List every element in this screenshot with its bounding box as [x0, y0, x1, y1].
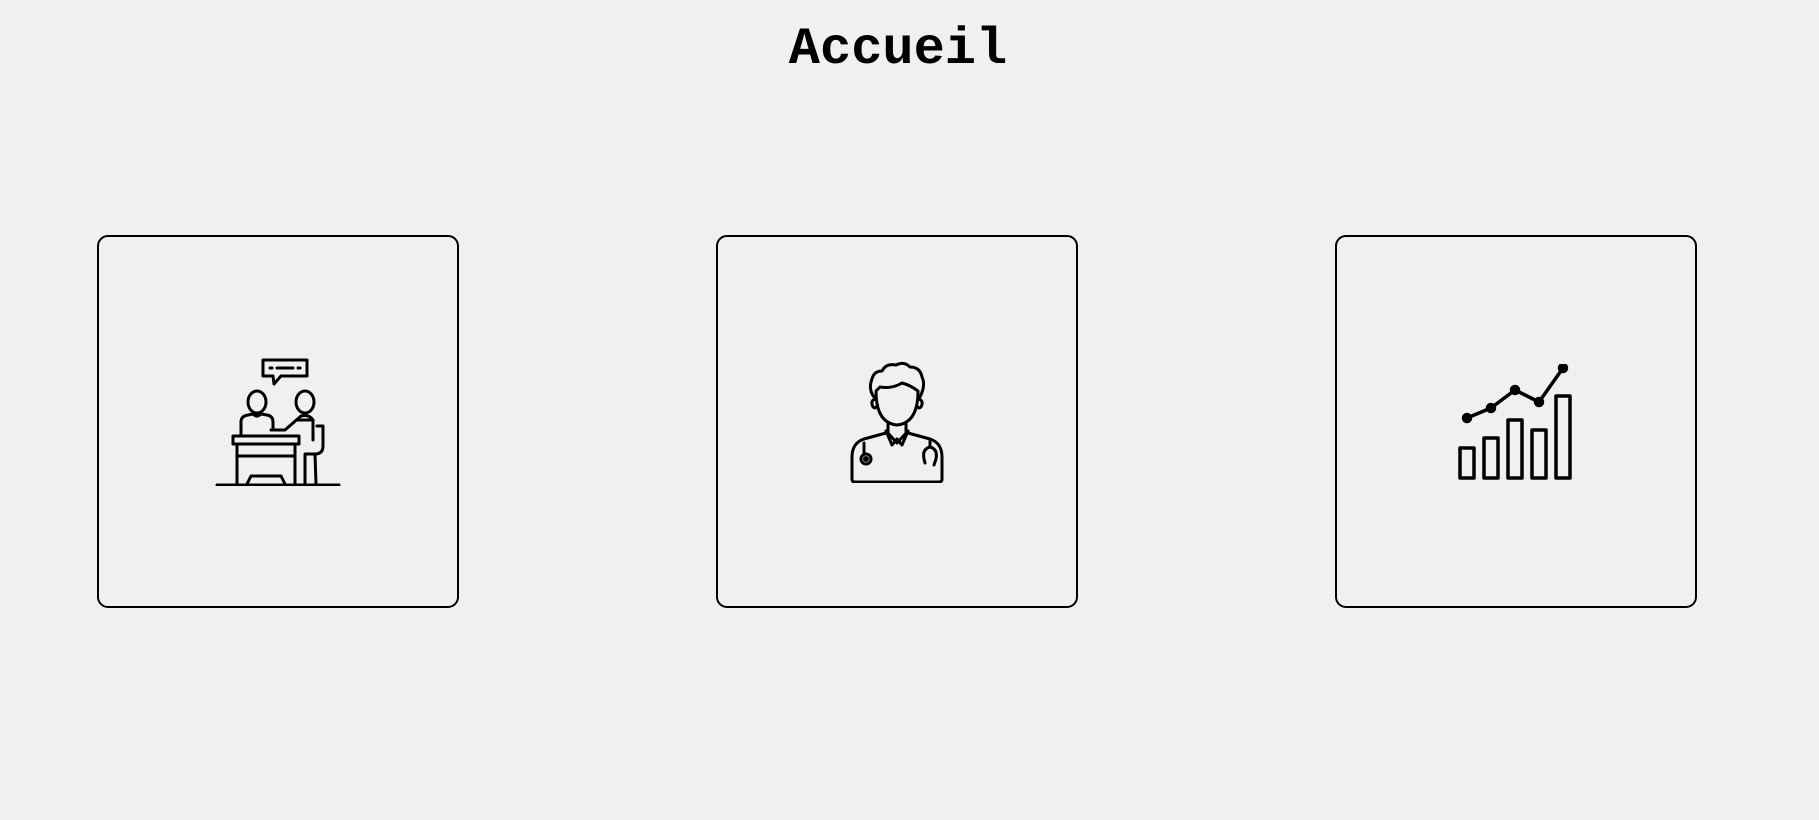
doctor-icon [832, 357, 962, 487]
page-title: Accueil [788, 20, 1008, 79]
statistics-chart-icon [1451, 357, 1581, 487]
consultation-card[interactable] [97, 235, 459, 608]
consultation-icon [213, 357, 343, 487]
statistics-card[interactable] [1335, 235, 1697, 608]
doctor-card[interactable] [716, 235, 1078, 608]
